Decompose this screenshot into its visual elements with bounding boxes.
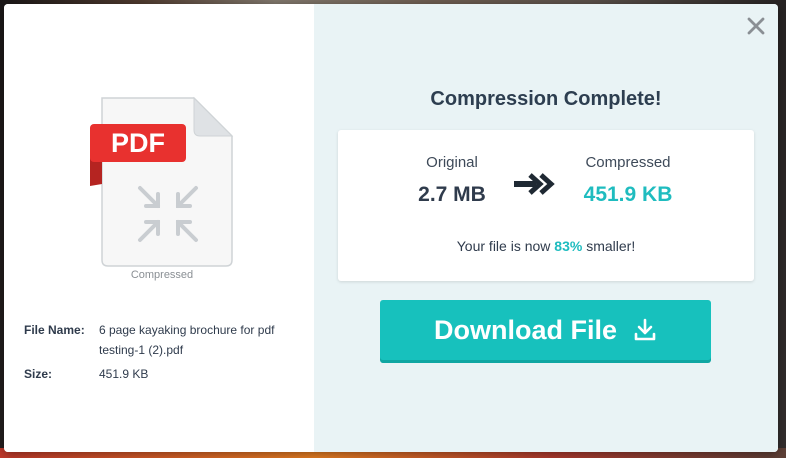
size-value: 451.9 KB bbox=[99, 367, 149, 381]
summary-text: Your file is now 83% smaller! bbox=[338, 238, 754, 254]
file-name-label: File Name: bbox=[24, 323, 85, 337]
result-title: Compression Complete! bbox=[430, 88, 662, 110]
original-label: Original bbox=[426, 154, 478, 171]
compressed-label: Compressed bbox=[585, 154, 671, 171]
file-preview-pane: PDF Compressed File Name: 6 page kayakin… bbox=[4, 4, 314, 452]
summary-suffix: smaller! bbox=[582, 238, 636, 254]
pdf-file-illustration: PDF bbox=[90, 96, 234, 267]
download-icon bbox=[634, 318, 656, 341]
original-stat: Original 2.7 MB bbox=[372, 154, 532, 207]
file-name-value: 6 page kayaking brochure for pdf testing… bbox=[99, 323, 275, 357]
result-pane: Compression Complete! Original 2.7 MB Co… bbox=[314, 4, 778, 452]
size-label: Size: bbox=[24, 367, 53, 381]
summary-prefix: Your file is now bbox=[456, 238, 555, 254]
close-icon[interactable] bbox=[744, 14, 768, 38]
compression-modal: PDF Compressed File Name: 6 page kayakin… bbox=[4, 4, 778, 452]
file-caption: Compressed bbox=[130, 269, 194, 281]
compressed-value: 451.9 KB bbox=[583, 183, 673, 206]
file-name-row: File Name: 6 page kayaking brochure for … bbox=[24, 320, 309, 360]
size-row: Size: 451.9 KB bbox=[24, 364, 309, 384]
compressed-stat: Compressed 451.9 KB bbox=[548, 154, 708, 207]
file-details: File Name: 6 page kayaking brochure for … bbox=[24, 320, 309, 388]
stats-card: Original 2.7 MB Compressed 451.9 KB Your… bbox=[338, 130, 754, 281]
pdf-badge-text: PDF bbox=[111, 128, 165, 158]
download-file-button[interactable]: Download File bbox=[380, 300, 711, 360]
summary-percent: 83% bbox=[554, 238, 583, 254]
download-button-label: Download File bbox=[433, 314, 617, 345]
original-value: 2.7 MB bbox=[418, 183, 486, 206]
